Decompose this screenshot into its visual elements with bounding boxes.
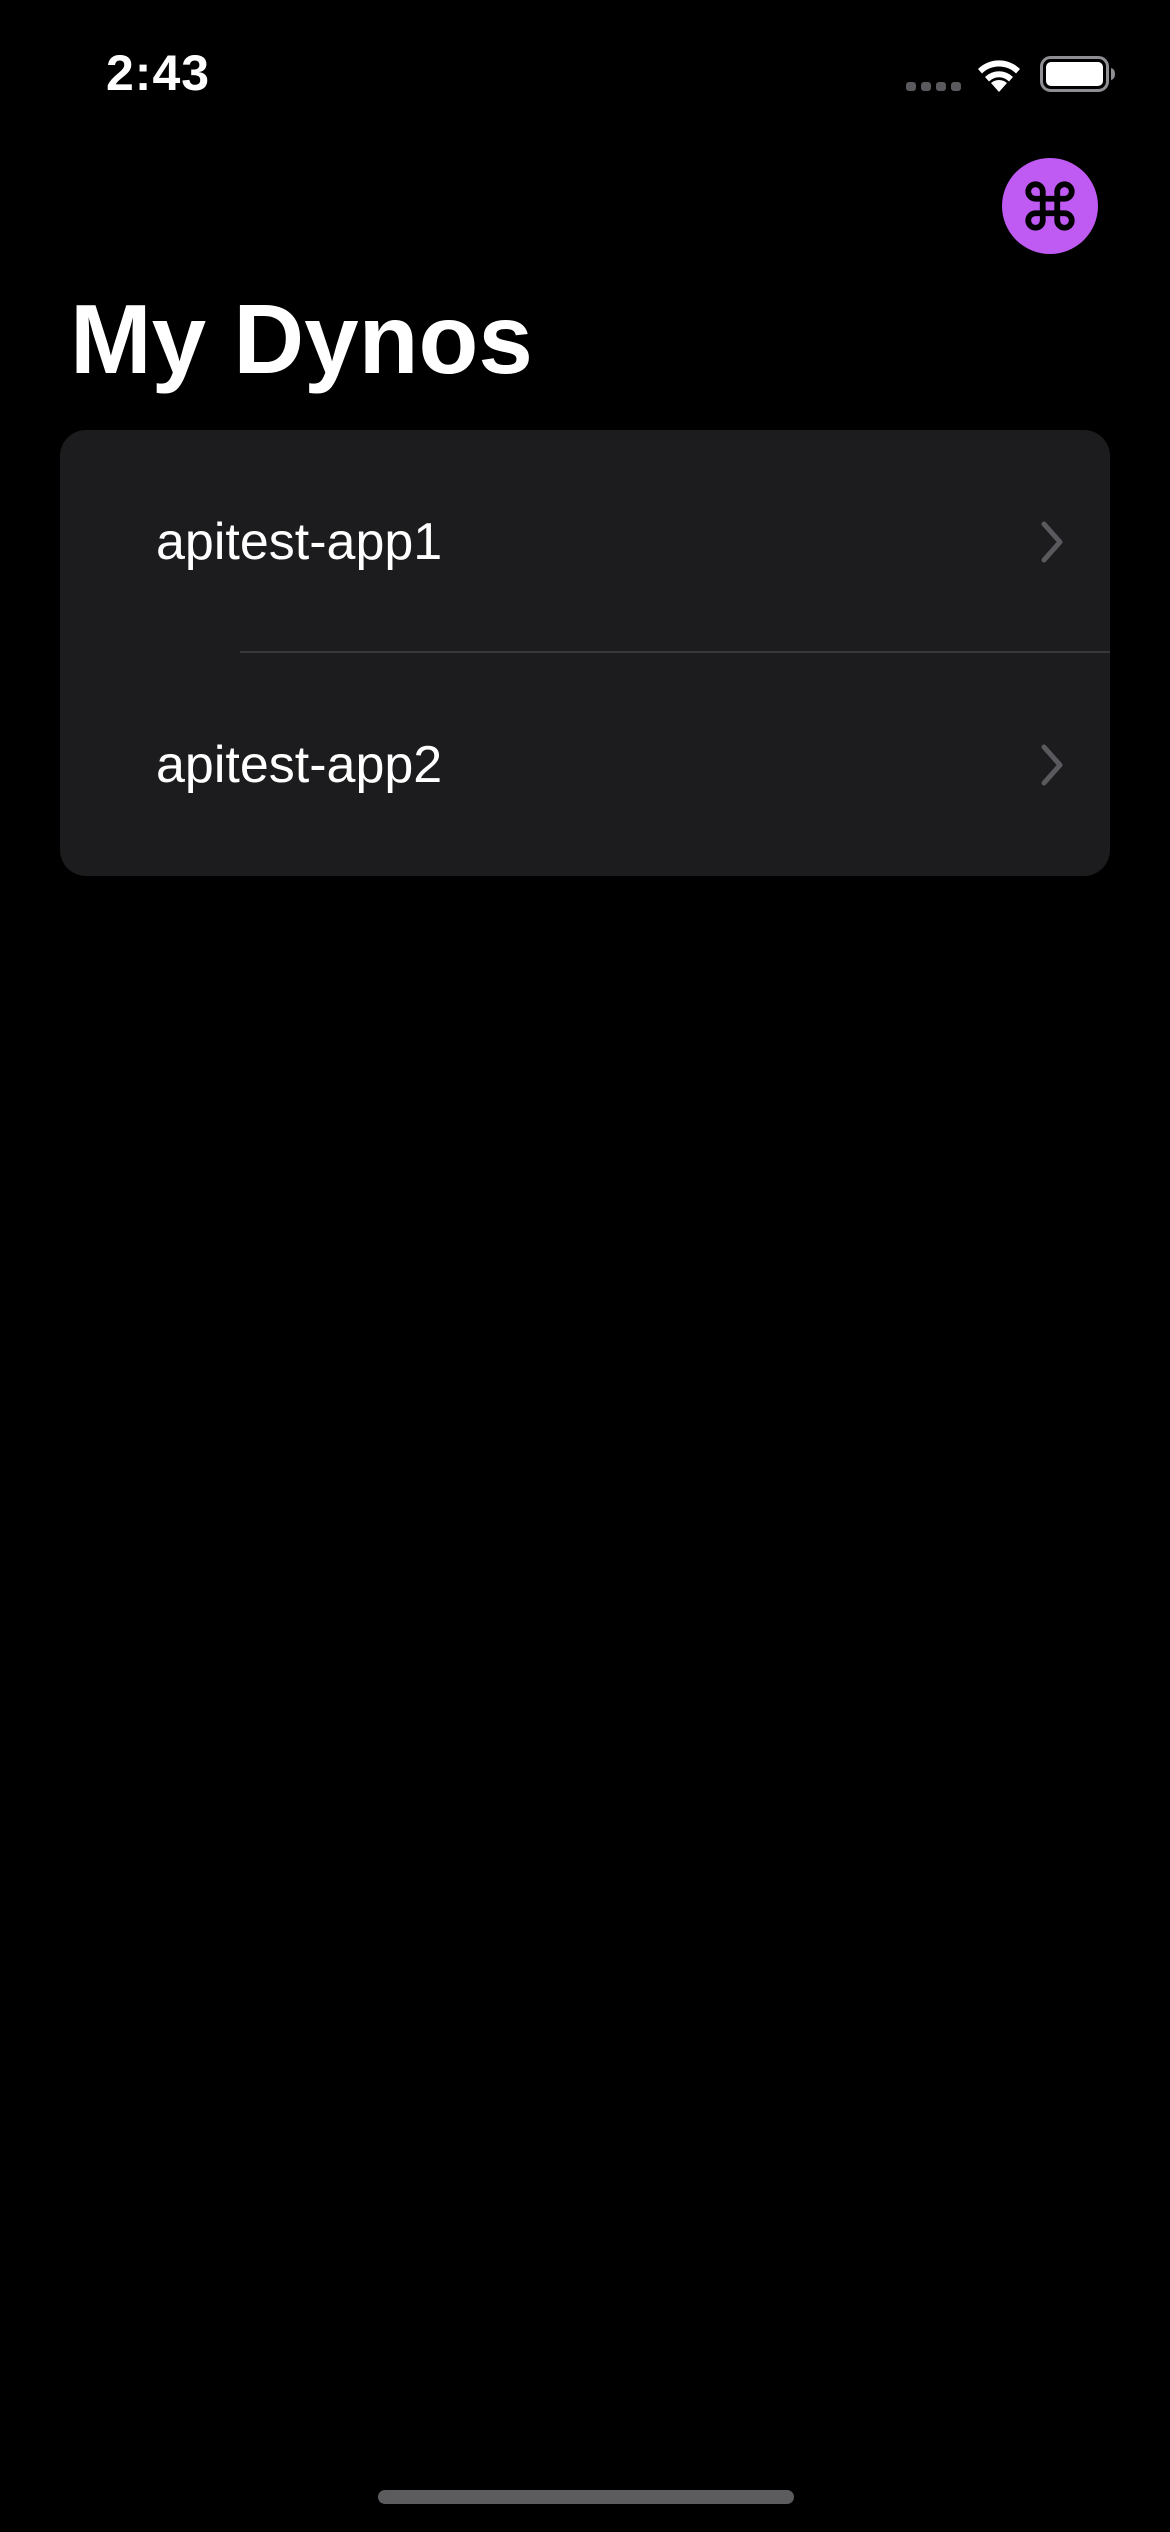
command-button[interactable] [1002,158,1098,254]
dynos-list: apitest-app1 apitest-app2 [60,430,1110,876]
cellular-signal-icon [906,82,961,91]
home-indicator[interactable] [378,2490,794,2504]
dyno-list-item-apitest-app1[interactable]: apitest-app1 [60,430,1110,653]
chevron-right-icon [1041,521,1063,562]
battery-icon [1040,56,1115,92]
status-time: 2:43 [106,45,211,101]
page-title: My Dynos [70,284,533,394]
chevron-right-icon [1041,744,1063,785]
wifi-icon [978,60,1020,92]
status-bar: 2:43 [0,0,1170,140]
dyno-name: apitest-app2 [156,735,443,794]
dyno-list-item-apitest-app2[interactable]: apitest-app2 [60,653,1110,876]
dyno-name: apitest-app1 [156,512,443,571]
command-icon [1025,181,1075,231]
